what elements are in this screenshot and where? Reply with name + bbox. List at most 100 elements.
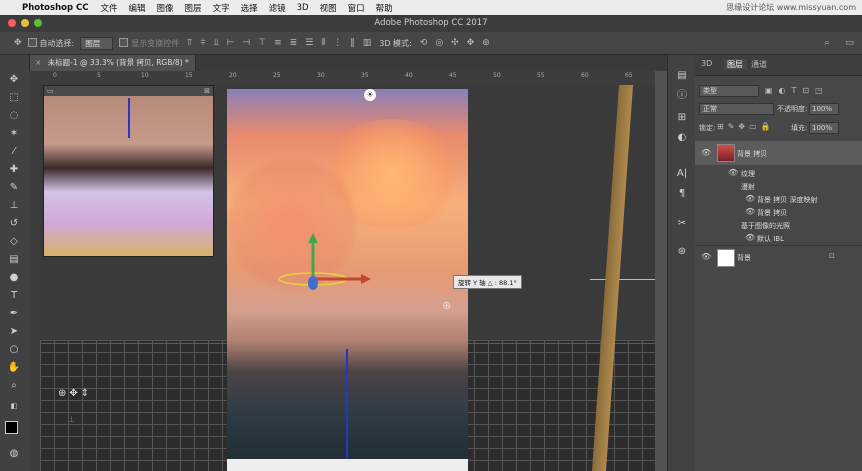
healing-brush-icon[interactable]: ✚ (6, 163, 22, 177)
tools-presets-icon[interactable]: ✂ (674, 217, 690, 231)
visibility-eye-icon[interactable]: 👁 (701, 252, 711, 261)
swatches-panel-icon[interactable]: ⊞ (674, 111, 690, 125)
menu-select[interactable]: 选择 (241, 2, 258, 14)
menu-layer[interactable]: 图层 (185, 2, 202, 14)
menu-type[interactable]: 文字 (213, 2, 230, 14)
layer-row[interactable]: 👁 默认 IBL (695, 232, 862, 244)
lock-icons[interactable]: ⊞✎✥▭🔒 (717, 122, 775, 131)
preview-window[interactable]: ▭ ⊠ (43, 85, 214, 257)
align-hcenter-icon[interactable]: ⊣ (242, 38, 250, 48)
opacity-input[interactable]: 100% (809, 103, 839, 115)
roll-3d-icon[interactable]: ◎ (435, 38, 443, 48)
menu-view[interactable]: 视图 (320, 2, 337, 14)
visibility-eye-icon[interactable]: 👁 (701, 148, 711, 157)
shape-icon[interactable]: ○ (6, 343, 22, 357)
layer-row[interactable]: 👁 纹理 (695, 167, 862, 179)
auto-select-dropdown[interactable]: 图层 (80, 36, 114, 50)
history-panel-icon[interactable]: ▤ (674, 69, 690, 83)
tab-channels[interactable]: 通道 (751, 59, 767, 70)
scale-3d-icon[interactable]: ⊚ (482, 38, 490, 48)
type-icon[interactable]: T (6, 289, 22, 303)
menu-file[interactable]: 文件 (101, 2, 118, 14)
blur-icon[interactable]: ● (6, 271, 22, 285)
canvas-area[interactable]: ☀ ▭ ⊠ 旋转 Y 轴 △ : 88.1° ⊕ ⊕✥⇕ ⊥ (40, 85, 655, 471)
pan-3d-icon[interactable]: ✣ (451, 38, 459, 48)
distribute-top-icon[interactable]: ≡ (274, 38, 282, 48)
marquee-icon[interactable]: ⬚ (6, 91, 22, 105)
move-tool-icon[interactable]: ✥ (14, 38, 22, 48)
foreground-color-swatch[interactable] (5, 421, 18, 434)
distribute-left-icon[interactable]: ⦀ (321, 38, 325, 48)
distribute-hcenter-icon[interactable]: ⋮ (333, 38, 342, 48)
preview-close-icon[interactable]: ⊠ (204, 87, 210, 95)
document-tab[interactable]: × 未标题-1 @ 33.3% (背景 拷贝, RGB/8) * (29, 55, 196, 71)
menu-3d[interactable]: 3D (297, 3, 309, 13)
gizmo-3d[interactable] (275, 229, 375, 299)
quick-mask-icon[interactable]: ◍ (6, 447, 22, 461)
pen-icon[interactable]: ✒ (6, 307, 22, 321)
align-left-icon[interactable]: ⊢ (227, 38, 235, 48)
character-panel-icon[interactable]: A| (674, 167, 690, 181)
app-menu[interactable]: Photoshop CC (22, 3, 89, 13)
distribute-right-icon[interactable]: ‖ (350, 38, 355, 48)
menu-window[interactable]: 窗口 (348, 2, 365, 14)
menu-edit[interactable]: 编辑 (129, 2, 146, 14)
blend-mode-select[interactable]: 正常 (699, 103, 774, 115)
view-3d-controls[interactable]: ⊕✥⇕ (58, 388, 92, 399)
visibility-eye-icon[interactable]: 👁 (745, 207, 755, 216)
3d-panel-icon[interactable]: ⊛ (674, 245, 690, 259)
fill-input[interactable]: 100% (809, 122, 839, 134)
visibility-eye-icon[interactable]: 👁 (728, 168, 738, 177)
show-transform-checkbox[interactable]: 显示变换控件 (119, 37, 179, 49)
history-brush-icon[interactable]: ↺ (6, 217, 22, 231)
layer-row[interactable]: 👁 背景 拷贝 深度映射 (695, 193, 862, 205)
light-icon[interactable]: ☀ (364, 89, 376, 101)
layer-row[interactable]: 👁 背景 ⊡ (695, 245, 862, 268)
auto-select-checkbox[interactable]: 自动选择: (27, 37, 74, 49)
brush-icon[interactable]: ✎ (6, 181, 22, 195)
orbit-3d-icon[interactable]: ⟲ (420, 38, 428, 48)
align-top-icon[interactable]: ⫪ (187, 38, 192, 48)
z-axis-handle[interactable] (308, 276, 318, 290)
slide-3d-icon[interactable]: ✥ (467, 38, 475, 48)
artwork-image[interactable]: ☀ (227, 89, 468, 471)
hand-icon[interactable]: ✋ (6, 361, 22, 375)
stamp-icon[interactable]: ⊥ (6, 199, 22, 213)
visibility-eye-icon[interactable]: 👁 (745, 194, 755, 203)
preview-menu-icon[interactable]: ▭ (47, 87, 54, 95)
adjustments-panel-icon[interactable]: ◐ (674, 131, 690, 145)
move-icon[interactable]: ✥ (6, 73, 22, 87)
layer-row[interactable]: 👁 背景 拷贝 (695, 206, 862, 218)
close-tab-icon[interactable]: × (35, 58, 41, 67)
default-colors-icon[interactable]: ◧ (6, 399, 22, 413)
workspace-icon[interactable]: ▭ (845, 38, 854, 48)
layer-row[interactable]: 漫射 (695, 180, 862, 192)
menu-help[interactable]: 帮助 (376, 2, 393, 14)
magic-wand-icon[interactable]: ✶ (6, 127, 22, 141)
lasso-icon[interactable]: ◌ (6, 109, 22, 123)
menu-filter[interactable]: 滤镜 (269, 2, 286, 14)
kind-filter-select[interactable]: 类型 (699, 85, 759, 97)
distribute-bottom-icon[interactable]: ☰ (305, 38, 313, 48)
tab-layers[interactable]: 图层 (723, 59, 747, 70)
align-vcenter-icon[interactable]: ⫩ (200, 38, 205, 48)
path-select-icon[interactable]: ➤ (6, 325, 22, 339)
eraser-icon[interactable]: ◇ (6, 235, 22, 249)
visibility-eye-icon[interactable]: 👁 (745, 233, 755, 242)
info-panel-icon[interactable]: ⓘ (674, 89, 690, 103)
distribute-vcenter-icon[interactable]: ≣ (290, 38, 298, 48)
layer-row[interactable]: 👁 背景 拷贝 (695, 141, 862, 165)
gradient-icon[interactable]: ▤ (6, 253, 22, 267)
tab-3d[interactable]: 3D (701, 59, 712, 68)
axis-widget-icon[interactable]: ⊥ (68, 415, 75, 424)
layer-row[interactable]: 基于图像的光照 (695, 219, 862, 231)
paragraph-panel-icon[interactable]: ¶ (674, 187, 690, 201)
menu-image[interactable]: 图像 (157, 2, 174, 14)
filter-icons[interactable]: ▣◐T⊡◳ (765, 86, 829, 95)
search-icon[interactable]: ⌕ (824, 38, 829, 48)
align-bottom-icon[interactable]: ⫫ (214, 38, 219, 48)
zoom-icon[interactable]: ⌕ (6, 379, 22, 393)
eyedropper-icon[interactable]: ⁄ (6, 145, 22, 159)
auto-align-icon[interactable]: ▥ (363, 38, 372, 48)
align-right-icon[interactable]: ⊤ (258, 38, 266, 48)
